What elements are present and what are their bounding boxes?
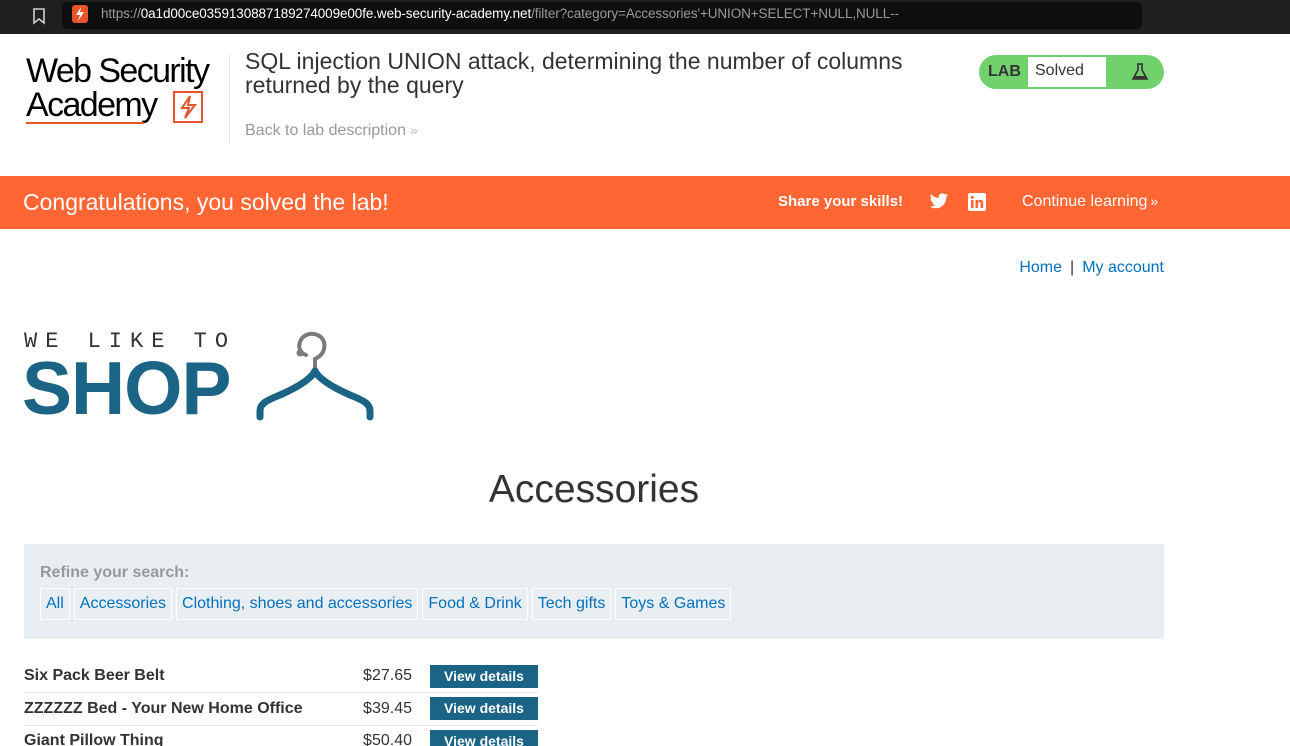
continue-learning-link[interactable]: Continue learning» bbox=[1022, 193, 1158, 211]
filter-tech-gifts[interactable]: Tech gifts bbox=[531, 588, 612, 620]
page-heading: Accessories bbox=[488, 468, 700, 511]
filter-links: All Accessories Clothing, shoes and acce… bbox=[40, 588, 732, 620]
web-security-academy-logo[interactable]: Web Security Academy bbox=[26, 52, 210, 124]
back-to-lab-description-link[interactable]: Back to lab description» bbox=[245, 122, 418, 140]
congratulations-banner: Congratulations, you solved the lab! Sha… bbox=[0, 176, 1290, 229]
logo-underline bbox=[26, 122, 144, 124]
double-chevron-right-icon: » bbox=[1150, 193, 1159, 209]
product-name: ZZZZZZ Bed - Your New Home Office bbox=[24, 699, 303, 717]
product-table: Six Pack Beer Belt $27.65 View details Z… bbox=[24, 660, 538, 746]
product-name: Six Pack Beer Belt bbox=[24, 667, 165, 684]
product-action: View details bbox=[430, 693, 538, 726]
lab-label: LAB bbox=[988, 63, 1021, 80]
academy-header: Web Security Academy SQL injection UNION… bbox=[0, 34, 1290, 176]
home-link[interactable]: Home bbox=[1019, 259, 1062, 276]
lab-status: Solved bbox=[1028, 57, 1106, 87]
filter-title: Refine your search: bbox=[40, 564, 190, 581]
url-path: /filter?category=Accessories'+UNION+SELE… bbox=[531, 6, 899, 21]
url-host: 0a1d00ce0359130887189274009e00fe.web-sec… bbox=[140, 6, 532, 21]
url-scheme: https:// bbox=[101, 6, 141, 21]
twitter-icon[interactable] bbox=[929, 193, 949, 210]
nav-separator: | bbox=[1070, 259, 1075, 276]
header-divider bbox=[229, 54, 230, 144]
view-details-button[interactable]: View details bbox=[430, 697, 538, 721]
filter-panel: Refine your search: All Accessories Clot… bbox=[24, 544, 1164, 639]
table-row: ZZZZZZ Bed - Your New Home Office $39.45… bbox=[24, 693, 538, 726]
lab-title: SQL injection UNION attack, determining … bbox=[245, 48, 903, 98]
table-row: Giant Pillow Thing $50.40 View details bbox=[24, 725, 538, 746]
product-action: View details bbox=[430, 725, 538, 746]
continue-learning-label: Continue learning bbox=[1022, 193, 1148, 210]
product-name: Giant Pillow Thing bbox=[24, 732, 164, 746]
url-text[interactable]: https://0a1d00ce0359130887189274009e00fe… bbox=[101, 6, 899, 21]
double-chevron-right-icon: » bbox=[409, 122, 418, 138]
browser-toolbar: https://0a1d00ce0359130887189274009e00fe… bbox=[0, 0, 1290, 34]
hanger-icon bbox=[256, 331, 374, 421]
filter-food-drink[interactable]: Food & Drink bbox=[422, 588, 528, 620]
congratulations-message: Congratulations, you solved the lab! bbox=[23, 189, 389, 215]
filter-clothing[interactable]: Clothing, shoes and accessories bbox=[176, 588, 419, 620]
top-navigation: Home | My account bbox=[1019, 259, 1164, 277]
bookmark-icon[interactable] bbox=[30, 6, 48, 26]
my-account-link[interactable]: My account bbox=[1082, 259, 1164, 276]
linkedin-icon[interactable] bbox=[968, 193, 986, 211]
lab-status-badge: LAB Solved bbox=[979, 55, 1164, 89]
shop-logo: WE LIKE TO SHOP bbox=[22, 329, 374, 426]
product-action: View details bbox=[430, 660, 538, 693]
flask-icon bbox=[1131, 63, 1149, 80]
shop-word: SHOP bbox=[22, 346, 232, 430]
filter-accessories[interactable]: Accessories bbox=[73, 588, 173, 620]
product-price: $39.45 bbox=[363, 699, 412, 717]
filter-toys-games[interactable]: Toys & Games bbox=[615, 588, 732, 620]
share-skills-label: Share your skills! bbox=[778, 193, 904, 210]
logo-bolt-icon bbox=[173, 91, 203, 123]
back-link-label: Back to lab description bbox=[245, 122, 406, 139]
logo-line1: Web Security bbox=[26, 52, 210, 90]
view-details-button[interactable]: View details bbox=[430, 729, 538, 746]
product-price: $27.65 bbox=[363, 667, 412, 684]
product-price: $50.40 bbox=[363, 732, 412, 746]
filter-all[interactable]: All bbox=[40, 588, 70, 620]
site-favicon-icon bbox=[72, 5, 88, 23]
view-details-button[interactable]: View details bbox=[430, 664, 538, 688]
table-row: Six Pack Beer Belt $27.65 View details bbox=[24, 660, 538, 693]
